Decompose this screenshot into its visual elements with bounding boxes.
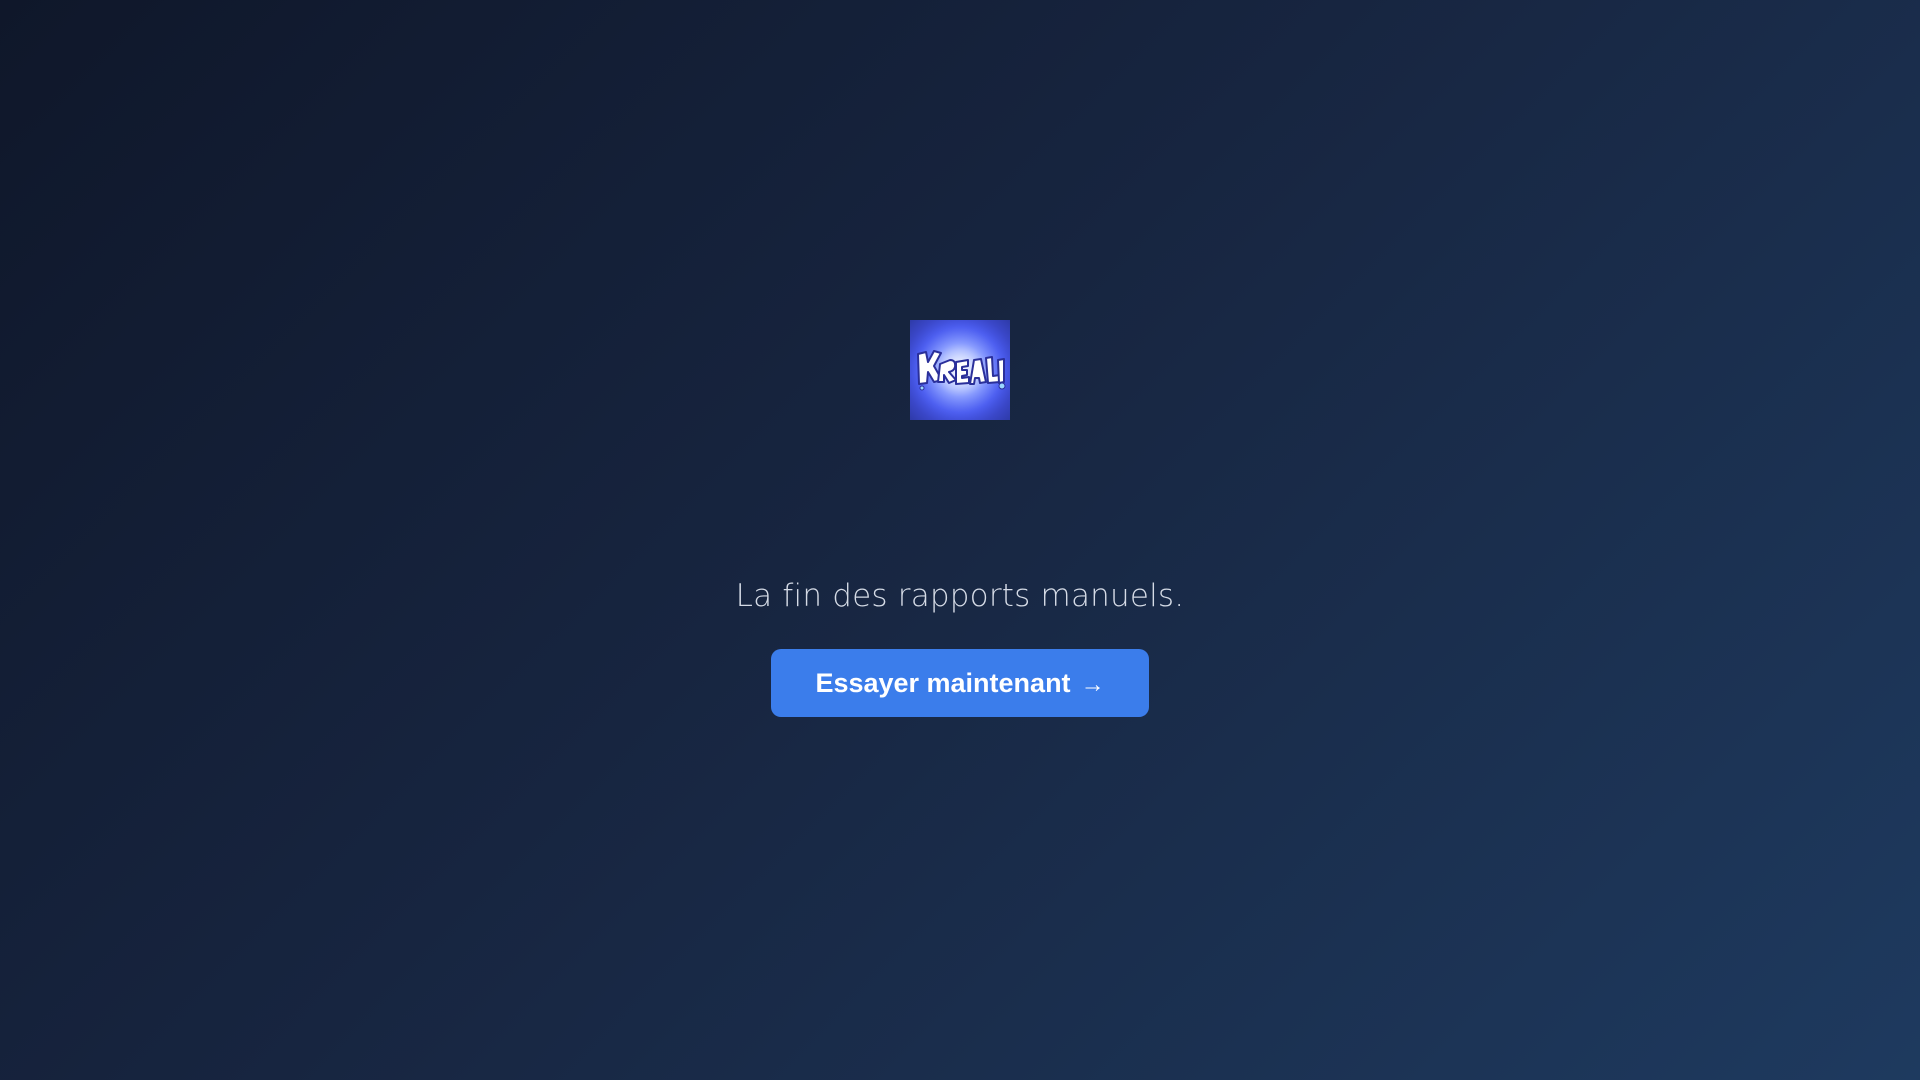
graffiti-logo-icon [910, 320, 1010, 420]
landing-page: La fin des rapports manuels. Essayer mai… [0, 0, 1920, 1080]
try-now-button[interactable]: Essayer maintenant → [771, 649, 1149, 717]
arrow-right-icon: → [1080, 671, 1105, 698]
try-now-button-label: Essayer maintenant [815, 667, 1071, 698]
hero-tagline: La fin des rapports manuels. [735, 578, 1185, 614]
